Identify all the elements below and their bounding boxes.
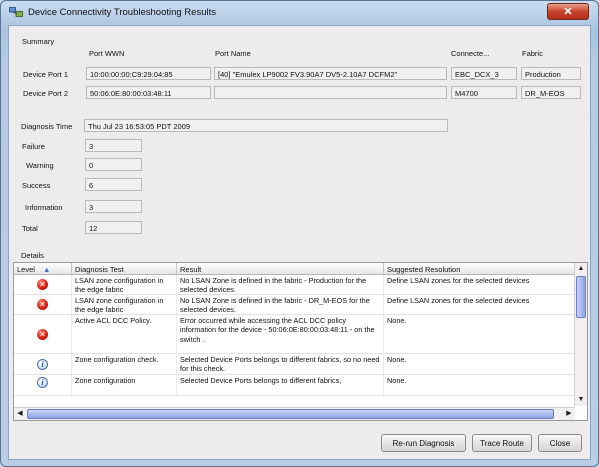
window-title: Device Connectivity Troubleshooting Resu… xyxy=(28,7,216,18)
information-label: Information xyxy=(25,203,63,212)
resolution-cell: None. xyxy=(387,355,407,364)
details-table-header: Level ▲ Diagnosis Test Result Suggested … xyxy=(14,263,575,275)
rerun-diagnosis-button[interactable]: Re-run Diagnosis xyxy=(381,434,466,452)
close-button[interactable]: Close xyxy=(538,434,582,452)
result-column-header[interactable]: Result xyxy=(177,263,384,274)
level-cell: ✕ xyxy=(14,295,72,314)
dialog-content: Summary Port WWN Port Name Connecte... F… xyxy=(8,25,591,460)
device-port-2-label: Device Port 2 xyxy=(23,89,69,98)
diagnosis-time-field[interactable]: Thu Jul 23 16:53:05 PDT 2009 xyxy=(84,119,448,132)
diagnosis-test-cell: Zone configuration check. xyxy=(72,354,177,374)
info-icon: i xyxy=(37,358,48,370)
trace-route-button[interactable]: Trace Route xyxy=(472,434,532,452)
device-port-1-fabric-field[interactable]: Production xyxy=(521,67,581,80)
horizontal-scroll-thumb[interactable] xyxy=(27,409,554,419)
resolution-cell: Define LSAN zones for the selected devic… xyxy=(387,276,530,285)
level-cell: i xyxy=(14,354,72,374)
resolution-cell: None. xyxy=(387,316,407,325)
title-bar[interactable]: Device Connectivity Troubleshooting Resu… xyxy=(1,1,598,25)
summary-label: Summary xyxy=(22,37,55,46)
information-count-field[interactable]: 3 xyxy=(85,200,142,213)
warning-count-field[interactable]: 0 xyxy=(85,158,142,171)
total-label: Total xyxy=(22,224,38,233)
dialog-window: Device Connectivity Troubleshooting Resu… xyxy=(0,0,599,467)
scroll-right-arrow-icon[interactable]: ▶ xyxy=(563,408,575,420)
diagnosis-test-cell: LSAN zone configuration in the edge fabr… xyxy=(72,275,177,294)
error-icon: ✕ xyxy=(37,279,48,290)
warning-label: Warning xyxy=(26,161,54,170)
info-icon: i xyxy=(37,377,48,388)
vertical-scroll-thumb[interactable] xyxy=(576,276,586,318)
device-port-2-connected-field[interactable]: M4700 xyxy=(451,86,517,99)
scroll-down-arrow-icon[interactable]: ▼ xyxy=(575,394,587,406)
device-port-2-name-field[interactable] xyxy=(214,86,447,99)
horizontal-scrollbar[interactable]: ◀ ▶ xyxy=(14,407,575,420)
window-close-button[interactable]: ✕ xyxy=(547,3,589,20)
device-port-2-fabric-field[interactable]: DR_M-EOS xyxy=(521,86,581,99)
network-devices-icon xyxy=(9,7,23,17)
result-cell: No LSAN Zone is defined in the fabric - … xyxy=(177,295,384,314)
diagnosis-time-label: Diagnosis Time xyxy=(21,122,73,131)
table-row[interactable]: ✕ LSAN zone configuration in the edge fa… xyxy=(14,275,575,295)
success-label: Success xyxy=(22,181,51,190)
diagnosis-test-column-header[interactable]: Diagnosis Test xyxy=(72,263,177,274)
result-cell: No LSAN Zone is defined in the fabric - … xyxy=(177,275,384,294)
diagnosis-test-cell: Active ACL DCC Policy. xyxy=(72,315,177,353)
sort-ascending-icon: ▲ xyxy=(43,265,51,274)
close-icon: ✕ xyxy=(563,6,573,18)
device-port-2-wwn-field[interactable]: 50:06:0E:80:00:03:48:11 xyxy=(86,86,211,99)
table-row[interactable]: i Zone configuration Selected Device Por… xyxy=(14,375,575,396)
table-row[interactable]: i Zone configuration check. Selected Dev… xyxy=(14,354,575,375)
diagnosis-test-cell: LSAN zone configuration in the edge fabr… xyxy=(72,295,177,314)
fabric-header: Fabric xyxy=(522,49,543,58)
total-count-field[interactable]: 12 xyxy=(85,221,142,234)
table-row[interactable]: ✕ Active ACL DCC Policy. Error occurred … xyxy=(14,315,575,354)
failure-count-field[interactable]: 3 xyxy=(85,139,142,152)
result-cell: Error occurred while accessing the ACL D… xyxy=(177,315,384,353)
failure-label: Failure xyxy=(22,142,45,151)
device-port-1-name-field[interactable]: [40] "Emulex LP9002 FV3.90A7 DV5-2.10A7 … xyxy=(214,67,447,80)
error-icon: ✕ xyxy=(37,299,48,310)
scroll-left-arrow-icon[interactable]: ◀ xyxy=(14,408,26,420)
level-cell: ✕ xyxy=(14,315,72,353)
error-icon: ✕ xyxy=(37,328,48,340)
details-label: Details xyxy=(21,251,44,260)
device-port-1-label: Device Port 1 xyxy=(23,70,69,79)
level-cell: ✕ xyxy=(14,275,72,294)
device-port-1-connected-field[interactable]: EBC_DCX_3 xyxy=(451,67,517,80)
result-cell: Selected Device Ports belongs to differe… xyxy=(177,354,384,374)
diagnosis-test-cell: Zone configuration xyxy=(72,375,177,395)
scroll-up-arrow-icon[interactable]: ▲ xyxy=(575,263,587,275)
level-cell: i xyxy=(14,375,72,395)
port-wwn-header: Port WWN xyxy=(89,49,125,58)
details-table: Level ▲ Diagnosis Test Result Suggested … xyxy=(13,262,588,421)
level-column-header[interactable]: Level ▲ xyxy=(14,263,72,274)
details-table-body: ✕ LSAN zone configuration in the edge fa… xyxy=(14,275,575,406)
table-row[interactable]: ✕ LSAN zone configuration in the edge fa… xyxy=(14,295,575,315)
device-port-1-wwn-field[interactable]: 10:00:00:00:C9:29:04:85 xyxy=(86,67,211,80)
vertical-scrollbar[interactable]: ▲ ▼ xyxy=(574,263,587,406)
connected-header: Connecte... xyxy=(451,49,490,58)
result-cell: Selected Device Ports belongs to differe… xyxy=(177,375,384,395)
resolution-cell: None. xyxy=(387,376,407,385)
suggested-resolution-column-header[interactable]: Suggested Resolution xyxy=(384,263,575,274)
level-header-label: Level xyxy=(17,265,35,274)
success-count-field[interactable]: 6 xyxy=(85,178,142,191)
port-name-header: Port Name xyxy=(215,49,251,58)
resolution-cell: Define LSAN zones for the selected devic… xyxy=(387,296,530,305)
